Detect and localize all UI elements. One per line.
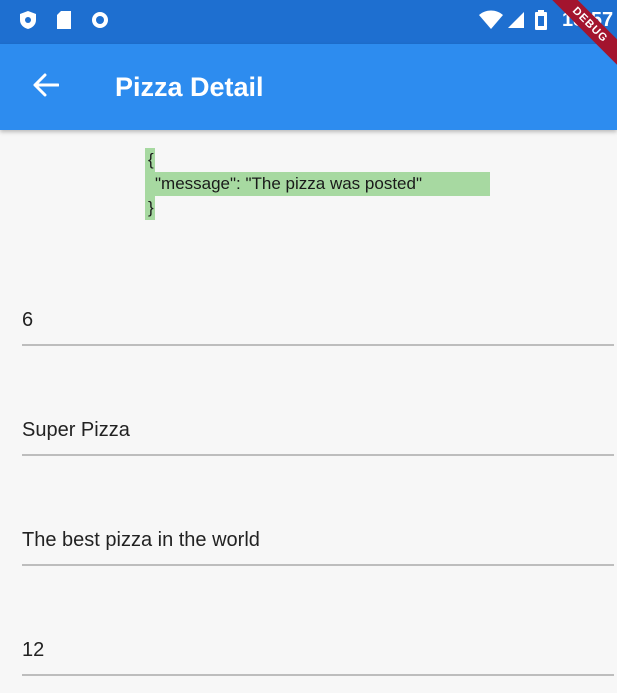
circle-icon xyxy=(90,10,110,30)
app-bar xyxy=(0,44,617,130)
sd-card-icon xyxy=(54,10,74,30)
battery-icon xyxy=(534,10,548,30)
pizza-id-field[interactable] xyxy=(22,298,614,346)
arrow-back-icon xyxy=(33,73,60,102)
status-bar: 18:57 xyxy=(0,0,617,44)
pizza-description-field[interactable] xyxy=(22,518,614,566)
pizza-price-input[interactable] xyxy=(22,628,614,672)
json-close-brace: } xyxy=(145,196,155,220)
status-time: 18:57 xyxy=(562,9,614,31)
pizza-name-input[interactable] xyxy=(22,408,614,452)
json-open-brace: { xyxy=(145,148,155,172)
pizza-name-field[interactable] xyxy=(22,408,614,456)
signal-icon xyxy=(506,10,526,30)
wifi-icon xyxy=(478,10,504,30)
json-message-body: "message": "The pizza was posted" xyxy=(145,172,490,196)
pizza-id-input[interactable] xyxy=(22,298,614,342)
pizza-price-field[interactable] xyxy=(22,628,614,676)
shield-icon xyxy=(18,10,38,30)
page-title: Pizza Detail xyxy=(115,72,264,102)
back-button[interactable] xyxy=(26,67,66,107)
response-message: { "message": "The pizza was posted" } xyxy=(145,148,490,220)
pizza-description-input[interactable] xyxy=(22,518,614,562)
